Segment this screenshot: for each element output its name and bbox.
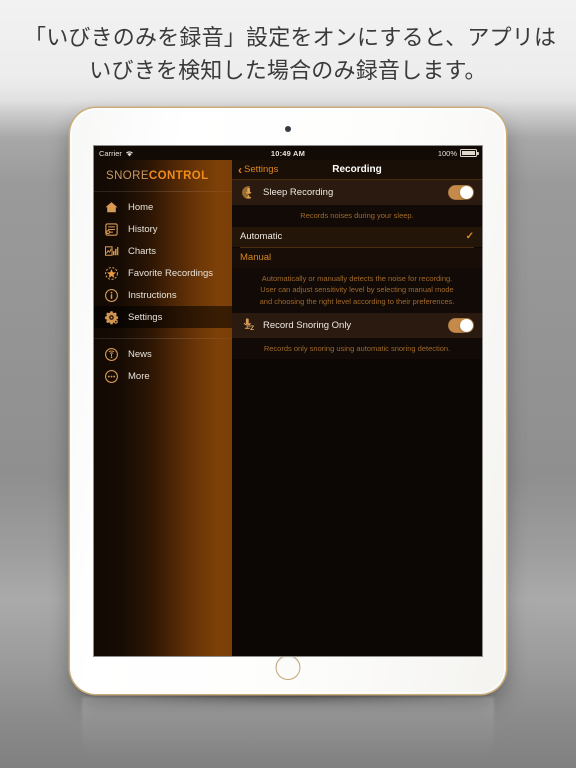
record-snoring-only-label: Record Snoring Only [263,319,352,331]
record-snoring-only-toggle[interactable] [448,317,474,333]
sidebar: SNORECONTROL Home History Charts Favorit… [94,160,232,656]
screen-body: SNORECONTROL Home History Charts Favorit… [94,160,482,656]
app-logo-part1: SNORE [106,170,149,182]
content-pane: ‹ Settings Recording Sleep Recording Rec… [232,160,482,656]
sidebar-item-instructions[interactable]: Instructions [94,284,232,306]
caption-line-2: いびきを検知した場合のみ録音します。 [89,57,487,83]
settings-panel: Sleep Recording Records noises during yo… [232,180,482,656]
battery-percent-label: 100% [437,148,457,158]
sidebar-item-settings[interactable]: Settings [94,306,232,328]
mode-option-manual[interactable]: Manual [232,247,482,268]
status-bar: Carrier 10:49 AM 100% [94,146,482,160]
sidebar-item-more[interactable]: More [94,365,232,387]
sidebar-item-label: Favorite Recordings [128,267,214,279]
caption-line-1: 「いびきのみを録音」設定をオンにすると、アプリは [24,25,557,50]
back-button-label: Settings [244,164,279,175]
info-icon [104,288,119,303]
sidebar-item-label: Settings [128,311,163,323]
star-icon [104,266,119,281]
sleep-recording-hint: Records noises during your sleep. [232,205,482,227]
sidebar-secondary-nav: News More [94,343,232,387]
chevron-left-icon: ‹ [238,162,242,177]
charts-icon [104,244,119,259]
sidebar-item-charts[interactable]: Charts [94,240,232,262]
record-snoring-only-hint: Records only snoring using automatic sno… [232,337,482,360]
status-bar-right: 100% [437,148,479,158]
checkmark-icon: ✓ [465,231,474,243]
mode-option-label: Manual [240,252,272,264]
history-icon [104,222,119,237]
page-caption: 「いびきのみを録音」設定をオンにすると、アプリは いびきを検知した場合のみ録音し… [0,22,576,87]
sidebar-primary-nav: Home History Charts Favorite Recordings … [94,196,232,328]
sidebar-item-label: Instructions [128,289,177,301]
sidebar-divider-bottom [94,338,232,339]
sleep-recording-label: Sleep Recording [263,187,334,198]
app-logo: SNORECONTROL [94,160,232,191]
front-camera-icon [285,126,291,132]
ipad-device-frame: Carrier 10:49 AM 100% SNORECONTROL Home … [70,108,506,694]
sidebar-item-history[interactable]: History [94,218,232,240]
status-bar-time: 10:49 AM [270,148,306,158]
app-logo-part2: CONTROL [148,170,209,182]
sidebar-divider-top [94,191,232,192]
ellipsis-icon [104,369,119,384]
sidebar-item-label: History [128,223,158,235]
mode-option-automatic[interactable]: Automatic ✓ [232,226,482,247]
sidebar-item-label: Home [128,201,154,213]
mode-hint: Automatically or manually detects the no… [232,267,482,313]
home-icon [104,200,119,215]
sidebar-item-favorite-recordings[interactable]: Favorite Recordings [94,262,232,284]
device-screen: Carrier 10:49 AM 100% SNORECONTROL Home … [94,146,482,656]
mic-zz-icon: z Z [240,317,256,333]
svg-text:Z: Z [250,325,254,332]
sidebar-item-home[interactable]: Home [94,196,232,218]
gear-icon [104,310,119,325]
home-button[interactable] [275,655,301,680]
sidebar-item-label: News [128,348,152,360]
device-reflection [82,697,494,761]
moon-mic-icon [240,185,256,201]
sleep-recording-toggle[interactable] [448,185,474,200]
sidebar-item-label: More [128,370,150,382]
record-snoring-only-row[interactable]: z Z Record Snoring Only [232,312,482,338]
mode-option-label: Automatic [240,231,283,243]
sidebar-item-label: Charts [128,245,156,257]
battery-icon [460,149,479,157]
news-icon [104,347,119,362]
sleep-recording-row[interactable]: Sleep Recording [232,180,482,205]
back-button[interactable]: ‹ Settings [238,164,278,176]
sidebar-item-news[interactable]: News [94,343,232,365]
navigation-bar: ‹ Settings Recording [232,160,482,180]
